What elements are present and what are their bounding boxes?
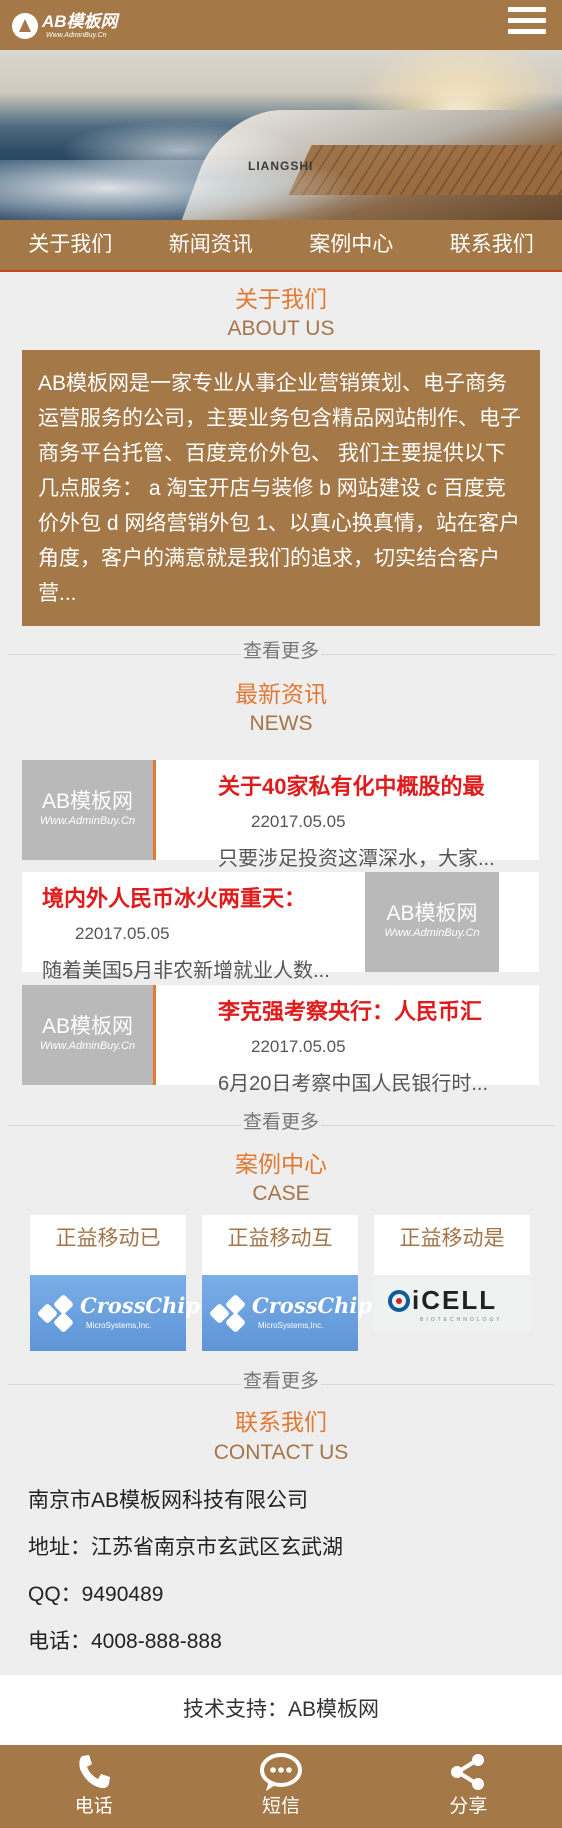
cases-title: 案例中心 [235, 1151, 327, 1177]
case-card[interactable]: 正益移动已 CrossChip MicroSystems,Inc. [30, 1215, 200, 1351]
case-card[interactable]: 正益移动互 CrossChip MicroSystems,Inc. [202, 1215, 372, 1351]
news-thumbnail[interactable]: AB模板网 Www.AdminBuy.Cn [22, 985, 156, 1085]
nav-item-about[interactable]: 关于我们 [0, 220, 141, 270]
main-nav: 关于我们 新闻资讯 案例中心 联系我们 [0, 220, 562, 272]
nav-item-cases[interactable]: 案例中心 [281, 220, 422, 270]
case-title[interactable]: 正益移动已 [30, 1215, 186, 1275]
news-item-date: 22017.05.05 [251, 812, 346, 831]
about-more-link[interactable]: 查看更多 [240, 641, 321, 662]
footer-share-button[interactable]: 分享 [375, 1745, 562, 1828]
case-title[interactable]: 正益移动互 [202, 1215, 358, 1275]
hero-banner[interactable]: LIANGSHI [0, 50, 562, 220]
footer-phone-button[interactable]: 电话 [0, 1745, 187, 1828]
header: AB模板网 Www.AdminBuy.Cn [0, 0, 562, 50]
contact-title: 联系我们 [235, 1409, 327, 1435]
news-item-title[interactable]: 李克强考察央行：人民币汇 [218, 998, 533, 1026]
contact-company: 南京市AB模板网科技有限公司 [28, 1489, 309, 1512]
news-item-date: 22017.05.05 [251, 1037, 346, 1056]
news-subtitle: NEWS [249, 712, 313, 735]
news-item-desc: 随着美国5月非农新增就业人数... [42, 960, 330, 982]
cases-more-link[interactable]: 查看更多 [240, 1371, 321, 1392]
about-text: AB模板网是一家专业从事企业营销策划、电子商务运营服务的公司，主要业务包含精品网… [22, 350, 540, 626]
about-title: 关于我们 [235, 286, 327, 312]
news-item-desc: 6月20日考察中国人民银行时... [218, 1073, 489, 1095]
news-thumbnail[interactable]: AB模板网 Www.AdminBuy.Cn [365, 872, 499, 972]
footer-message-label: 短信 [261, 1796, 300, 1817]
footer-phone-label: 电话 [74, 1796, 113, 1817]
case-logo-crosschip[interactable]: CrossChip MicroSystems,Inc. [202, 1275, 372, 1351]
news-item-title[interactable]: 关于40家私有化中概股的最 [218, 773, 533, 801]
case-logo-icell[interactable]: iCELL BIOTECHNOLOGY [374, 1279, 530, 1331]
news-item[interactable]: AB模板网 Www.AdminBuy.Cn 关于40家私有化中概股的最 2201… [22, 760, 539, 870]
news-thumbnail[interactable]: AB模板网 Www.AdminBuy.Cn [22, 760, 156, 860]
news-item[interactable]: 境内外人民币冰火两重天： 22017.05.05 随着美国5月非农新增就业人数.… [22, 872, 539, 982]
message-icon [259, 1753, 302, 1791]
nav-item-contact[interactable]: 联系我们 [422, 220, 562, 270]
footer-message-button[interactable]: 短信 [187, 1745, 374, 1828]
nav-item-news[interactable]: 新闻资讯 [141, 220, 282, 270]
news-more-link[interactable]: 查看更多 [240, 1112, 321, 1133]
phone-icon [78, 1755, 110, 1789]
case-title[interactable]: 正益移动是 [374, 1215, 530, 1275]
logo[interactable]: AB模板网 Www.AdminBuy.Cn [12, 10, 118, 42]
contact-address: 地址：江苏省南京市玄武区玄武湖 [28, 1536, 343, 1559]
contact-phone: 电话：4008-888-888 [28, 1630, 222, 1653]
news-item-title[interactable]: 境内外人民币冰火两重天： [42, 885, 332, 913]
footer-share-label: 分享 [449, 1796, 488, 1817]
news-item-desc: 只要涉足投资这潭深水，大家... [218, 848, 495, 870]
logo-icon [12, 13, 38, 39]
logo-title: AB模板网 [42, 11, 118, 31]
contact-subtitle: CONTACT US [213, 1441, 349, 1464]
news-title: 最新资讯 [235, 681, 327, 707]
news-item-date: 22017.05.05 [75, 924, 170, 943]
contact-qq: QQ：9490489 [28, 1583, 164, 1606]
banner-caption: LIANGSHI [248, 159, 314, 173]
about-subtitle: ABOUT US [227, 317, 335, 340]
tech-support: 技术支持：AB模板网 [0, 1675, 562, 1745]
news-item[interactable]: AB模板网 Www.AdminBuy.Cn 李克强考察央行：人民币汇 22017… [22, 985, 539, 1095]
menu-icon[interactable] [508, 7, 546, 41]
case-logo-crosschip[interactable]: CrossChip MicroSystems,Inc. [30, 1275, 200, 1351]
logo-subtitle: Www.AdminBuy.Cn [46, 31, 107, 39]
cases-subtitle: CASE [252, 1182, 310, 1205]
icell-logo-icon [388, 1290, 410, 1312]
bottom-toolbar: 电话 短信 分享 [0, 1745, 562, 1828]
case-card[interactable]: 正益移动是 iCELL BIOTECHNOLOGY [374, 1215, 530, 1351]
share-icon [451, 1754, 485, 1790]
